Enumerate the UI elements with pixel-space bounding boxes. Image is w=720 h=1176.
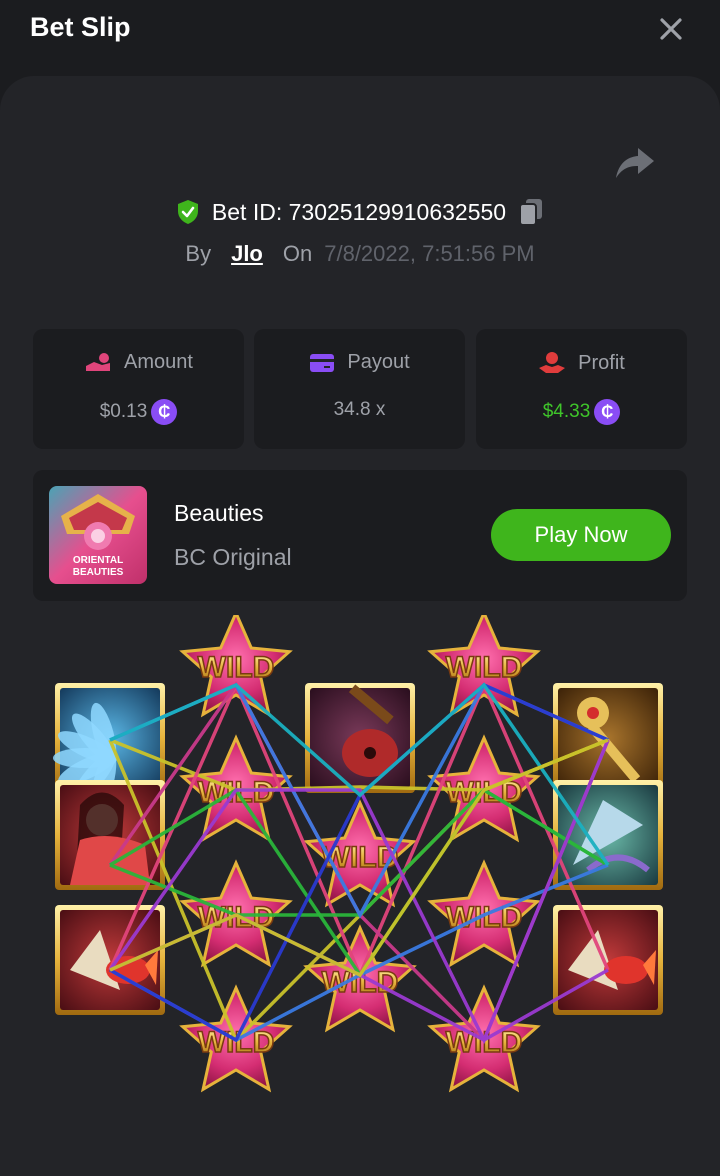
profit-label: Profit: [578, 351, 625, 374]
profit-card: Profit $4.33 ₵: [476, 329, 687, 449]
pipa-symbol: [305, 683, 415, 793]
game-card: ORIENTAL BEAUTIES Beauties BC Original P…: [33, 470, 687, 601]
thumb-title-2: BEAUTIES: [73, 567, 124, 578]
wild-label: WILD: [198, 651, 275, 684]
coin-icon: ₵: [594, 399, 621, 425]
copy-icon[interactable]: [518, 197, 544, 227]
amount-label: Amount: [124, 351, 193, 373]
header: Bet Slip: [0, 0, 720, 60]
scepter-symbol: [553, 683, 663, 793]
fan-fish-symbol: [55, 905, 165, 1015]
payout-card: Payout 34.8 x: [254, 329, 465, 449]
game-provider: BC Original: [174, 544, 292, 570]
amount-value: $0.13: [99, 401, 148, 422]
wild-symbol: WILD: [427, 615, 541, 718]
bet-date: 7/8/2022, 7:51:56 PM: [324, 241, 535, 266]
payout-value: 34.8 x: [333, 399, 386, 420]
bet-meta-row: By Jlo On 7/8/2022, 7:51:56 PM: [0, 238, 720, 270]
by-label: By: [185, 241, 212, 266]
page-title: Bet Slip: [30, 12, 131, 42]
profit-icon: [539, 352, 566, 373]
coin-icon: ₵: [151, 399, 178, 425]
close-icon[interactable]: [656, 14, 686, 44]
on-label: On: [282, 241, 313, 266]
fan-fish-symbol: [553, 905, 663, 1015]
user-link[interactable]: Jlo: [231, 241, 263, 267]
slot-board: WILDWILDWILDWILDWILDWILDWILDWILDWILDWILD: [53, 615, 663, 1093]
share-icon[interactable]: [614, 144, 656, 182]
bet-id: Bet ID: 73025129910632550: [211, 198, 507, 225]
bet-id-row: Bet ID: 73025129910632550: [0, 194, 720, 230]
payout-label: Payout: [347, 351, 410, 373]
amount-card: Amount $0.13 ₵: [33, 329, 244, 449]
play-now-button[interactable]: Play Now: [491, 509, 671, 561]
profit-value: $4.33: [542, 401, 591, 422]
card-icon: [310, 353, 335, 372]
thumb-title-1: ORIENTAL: [73, 555, 123, 566]
game-name: Beauties: [174, 500, 264, 526]
coins-hand-icon: [86, 352, 111, 371]
wild-label: WILD: [198, 1026, 275, 1059]
shield-check-icon: [177, 200, 198, 224]
game-thumbnail: ORIENTAL BEAUTIES: [49, 486, 147, 584]
wild-label: WILD: [446, 651, 523, 684]
